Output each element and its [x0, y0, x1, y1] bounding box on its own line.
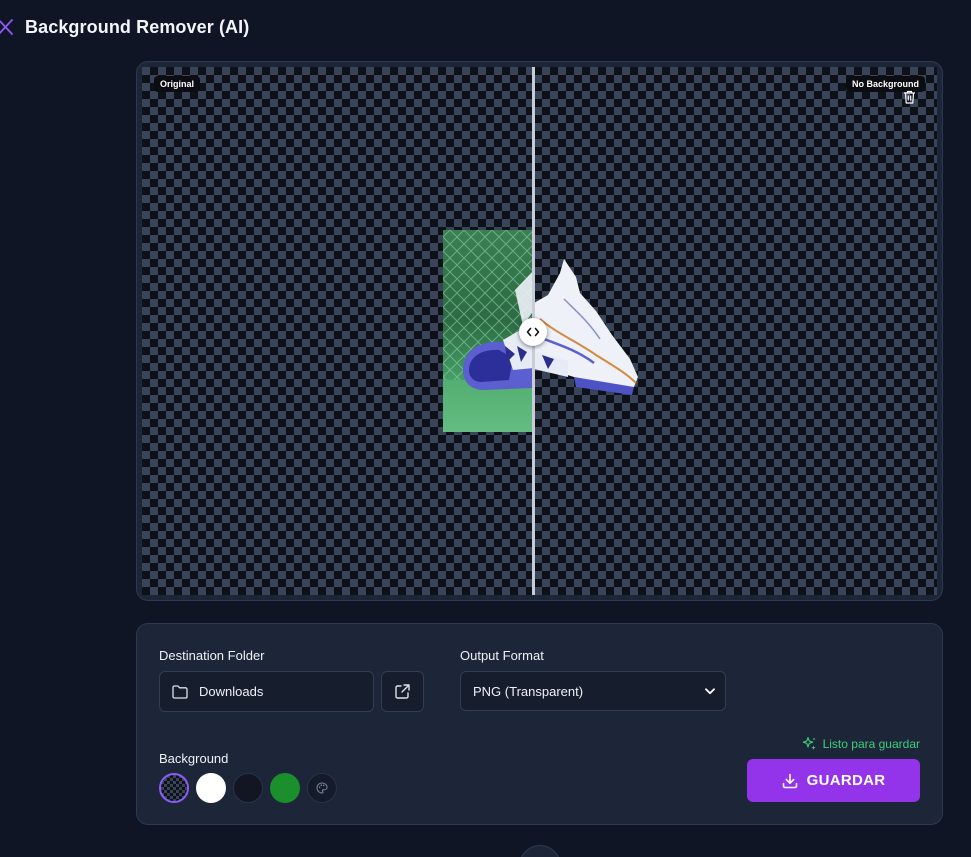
image-preview: Original No Background	[136, 61, 943, 601]
background-swatches	[159, 773, 337, 803]
sparkles-icon	[802, 736, 816, 750]
app-header: Background Remover (AI)	[0, 10, 249, 44]
swatch-green[interactable]	[270, 773, 300, 803]
destination-folder-value: Downloads	[199, 684, 264, 699]
output-format-selected: PNG (Transparent)	[473, 683, 584, 699]
save-button-label: GUARDAR	[806, 772, 886, 789]
download-icon	[782, 773, 797, 788]
trash-icon	[903, 90, 915, 104]
swatch-black[interactable]	[233, 773, 263, 803]
destination-folder-label: Destination Folder	[159, 648, 265, 663]
comparison-canvas[interactable]: Original No Background	[142, 67, 937, 595]
destination-folder-field[interactable]: Downloads	[159, 671, 374, 712]
palette-icon	[316, 782, 328, 794]
save-button[interactable]: GUARDAR	[747, 759, 920, 802]
external-link-icon	[395, 684, 410, 699]
open-folder-button[interactable]	[381, 671, 424, 712]
chevron-left-right-icon	[526, 327, 540, 337]
delete-image-button[interactable]	[901, 89, 917, 105]
background-label: Background	[159, 751, 229, 766]
page-title: Background Remover (AI)	[25, 16, 250, 37]
original-label: Original	[154, 76, 201, 92]
scroll-more-button[interactable]	[519, 845, 561, 857]
settings-panel: Destination Folder Output Format Downloa…	[136, 623, 943, 825]
output-format-select[interactable]: PNG (Transparent)	[460, 671, 726, 711]
scissors-icon	[0, 19, 13, 35]
save-status-text: Listo para guardar	[822, 736, 920, 751]
output-format-label: Output Format	[460, 648, 544, 663]
folder-icon	[172, 684, 188, 699]
swatch-custom-color[interactable]	[307, 773, 337, 803]
swatch-white[interactable]	[196, 773, 226, 803]
swatch-transparent[interactable]	[159, 773, 189, 803]
shoe-cutout	[534, 259, 638, 395]
compare-slider-handle[interactable]	[519, 318, 547, 346]
save-status: Listo para guardar	[802, 736, 920, 751]
chevron-down-icon	[705, 687, 715, 694]
